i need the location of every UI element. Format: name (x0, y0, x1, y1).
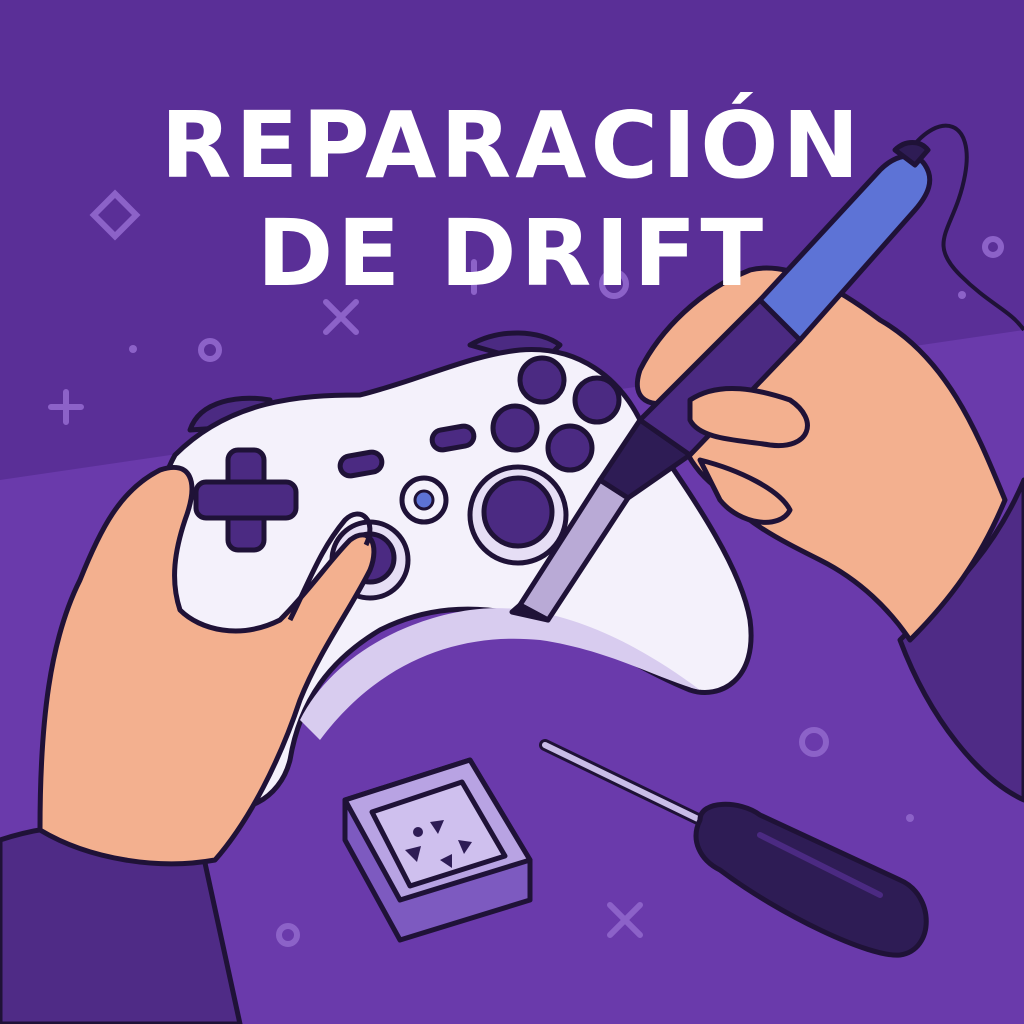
right-thumbstick (467, 464, 569, 566)
title-line-1: REPARACIÓN (160, 91, 864, 199)
page-title: REPARACIÓN DE DRIFT (0, 92, 1024, 308)
select-button (337, 449, 385, 479)
title-line-2: DE DRIFT (256, 199, 768, 307)
illustration-canvas: REPARACIÓN DE DRIFT (0, 0, 1024, 1024)
start-button (429, 423, 477, 453)
